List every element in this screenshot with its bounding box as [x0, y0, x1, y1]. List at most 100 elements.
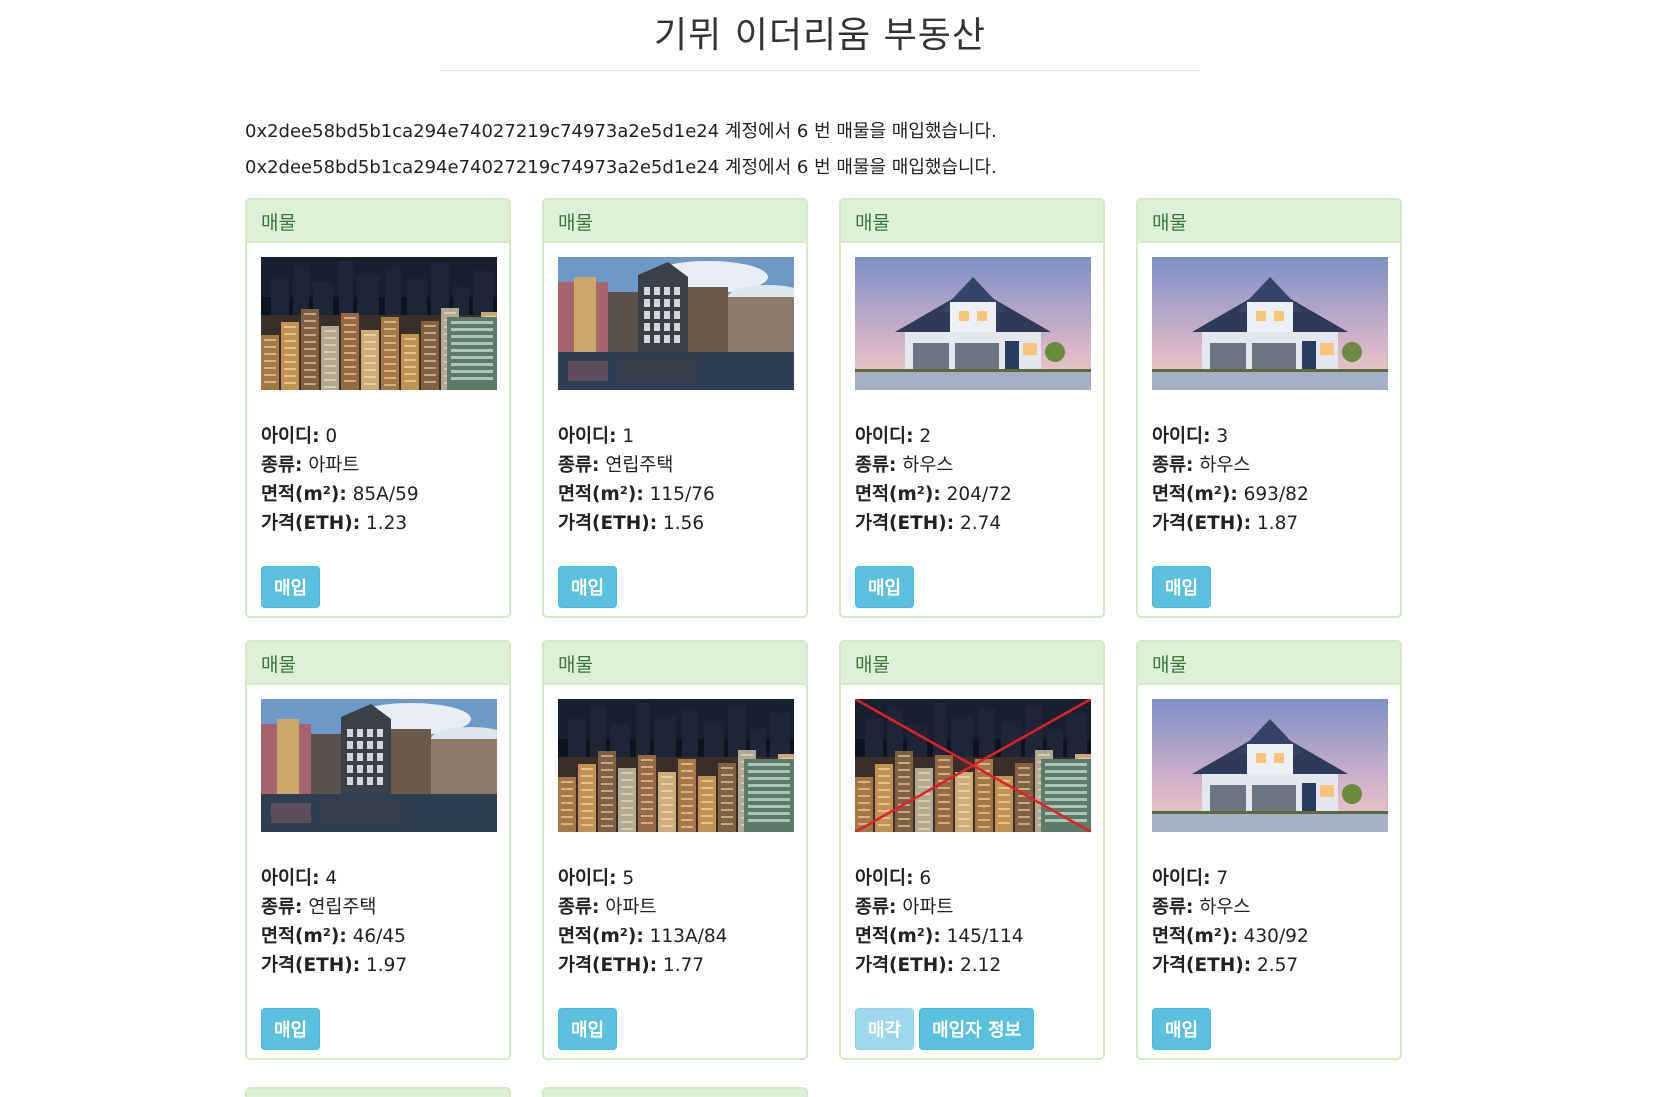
panel-heading: 매물 — [544, 200, 806, 243]
id-value: 0 — [325, 426, 338, 447]
type-label: 종류 — [558, 897, 593, 918]
panel-heading: 매물 — [247, 200, 509, 243]
canal-houses-image — [558, 257, 794, 390]
price-value: 1.23 — [366, 513, 408, 534]
listing-panel-partial — [245, 1087, 511, 1097]
id-label: 아이디 — [855, 868, 907, 889]
listing-panel: 매물 아이디: 2 종류: 하우스 면적(m²): 204/72 가격(ETH): 2.… — [839, 198, 1105, 618]
type-label: 종류 — [855, 897, 890, 918]
listing-panel: 매물 아이디: 5 종류: 아파트 면적(m²): 113A/84 가격(ETH): 1… — [542, 640, 808, 1060]
listing-type: 종류: 하우스 — [1152, 897, 1251, 918]
listing-type: 종류: 하우스 — [1152, 455, 1251, 476]
area-value: 145/114 — [946, 926, 1024, 947]
listing-area: 면적(m²): 693/82 — [1152, 484, 1309, 505]
id-value: 4 — [325, 868, 338, 889]
panel-heading: 매물 — [247, 642, 509, 685]
listing-id: 아이디: 2 — [855, 426, 932, 447]
price-label: 가격(ETH) — [261, 955, 353, 976]
type-value: 하우스 — [1199, 455, 1251, 476]
type-value: 연립주택 — [605, 455, 674, 476]
id-value: 7 — [1216, 868, 1229, 889]
sell-button[interactable]: 매각 — [855, 1008, 915, 1050]
listing-panel-partial — [542, 1087, 808, 1097]
listing-id: 아이디: 1 — [558, 426, 635, 447]
type-label: 종류 — [261, 455, 296, 476]
buy-button[interactable]: 매입 — [261, 1008, 321, 1050]
buy-button[interactable]: 매입 — [1152, 1008, 1212, 1050]
type-value: 아파트 — [605, 897, 657, 918]
area-label: 면적(m²) — [261, 484, 340, 505]
suburban-house-image — [1152, 257, 1388, 390]
type-value: 아파트 — [902, 897, 954, 918]
area-value: 113A/84 — [649, 926, 728, 947]
type-label: 종류 — [261, 897, 296, 918]
type-label: 종류 — [558, 455, 593, 476]
buy-button[interactable]: 매입 — [1152, 566, 1212, 608]
buyer-info-button[interactable]: 매입자 정보 — [919, 1008, 1035, 1050]
price-label: 가격(ETH) — [558, 955, 650, 976]
type-label: 종류 — [1152, 897, 1187, 918]
listing-id: 아이디: 5 — [558, 868, 635, 889]
price-value: 1.56 — [663, 513, 705, 534]
price-value: 1.77 — [663, 955, 705, 976]
price-label: 가격(ETH) — [855, 955, 947, 976]
buy-button[interactable]: 매입 — [261, 566, 321, 608]
suburban-house-image — [855, 257, 1091, 390]
id-value: 3 — [1216, 426, 1229, 447]
listing-type: 종류: 연립주택 — [261, 897, 377, 918]
area-value: 115/76 — [649, 484, 715, 505]
listing-area: 면적(m²): 113A/84 — [558, 926, 728, 947]
listing-type: 종류: 연립주택 — [558, 455, 674, 476]
area-value: 85A/59 — [352, 484, 419, 505]
listing-type: 종류: 아파트 — [261, 455, 360, 476]
listing-actions: 매입 — [855, 566, 1089, 608]
buy-button[interactable]: 매입 — [855, 566, 915, 608]
listing-price: 가격(ETH): 1.56 — [558, 513, 705, 534]
area-label: 면적(m²) — [855, 484, 934, 505]
area-value: 46/45 — [352, 926, 406, 947]
id-value: 1 — [622, 426, 635, 447]
listing-id: 아이디: 0 — [261, 426, 338, 447]
listing-panel: 매물아이디: 1 종류: 연립주택면적(m²): 115/76 가격(ETH): 1… — [542, 198, 808, 618]
listing-price: 가격(ETH): 1.23 — [261, 513, 408, 534]
panel-heading: 매물 — [1138, 200, 1400, 243]
type-value: 연립주택 — [308, 897, 377, 918]
listing-price: 가격(ETH): 2.12 — [855, 955, 1002, 976]
id-label: 아이디 — [558, 426, 610, 447]
listing-actions: 매입 — [261, 1008, 495, 1050]
id-label: 아이디 — [558, 868, 610, 889]
listing-id: 아이디: 7 — [1152, 868, 1229, 889]
price-label: 가격(ETH) — [558, 513, 650, 534]
listing-area: 면적(m²): 46/45 — [261, 926, 406, 947]
type-label: 종류 — [1152, 455, 1187, 476]
price-label: 가격(ETH) — [261, 513, 353, 534]
price-value: 1.87 — [1257, 513, 1299, 534]
area-label: 면적(m²) — [261, 926, 340, 947]
listing-area: 면적(m²): 204/72 — [855, 484, 1012, 505]
city-night-apartments-image — [558, 699, 794, 832]
listing-grid: 매물 아이디: 0 종류: 아파트 면적(m²): 85A/59 가격(ETH): 1.… — [245, 198, 1402, 1060]
listing-id: 아이디: 4 — [261, 868, 338, 889]
buy-button[interactable]: 매입 — [558, 1008, 618, 1050]
purchase-message: 0x2dee58bd5b1ca294e74027219c74973a2e5d1e… — [245, 121, 997, 142]
listing-id: 아이디: 3 — [1152, 426, 1229, 447]
price-label: 가격(ETH) — [1152, 955, 1244, 976]
listing-price: 가격(ETH): 1.87 — [1152, 513, 1299, 534]
sold-cross-mark — [855, 699, 1091, 832]
listing-area: 면적(m²): 85A/59 — [261, 484, 419, 505]
listing-area: 면적(m²): 115/76 — [558, 484, 715, 505]
id-label: 아이디 — [261, 426, 313, 447]
area-value: 430/92 — [1243, 926, 1309, 947]
price-value: 1.97 — [366, 955, 408, 976]
listing-price: 가격(ETH): 1.77 — [558, 955, 705, 976]
listing-area: 면적(m²): 430/92 — [1152, 926, 1309, 947]
listing-panel: 매물 아이디: 4 종류: 연립주택 면적(m²): 46/45 가격(ETH): 1.… — [245, 640, 511, 1060]
type-value: 하우스 — [902, 455, 954, 476]
buy-button[interactable]: 매입 — [558, 566, 618, 608]
price-value: 2.74 — [960, 513, 1002, 534]
city-night-apartments-image — [261, 257, 497, 390]
purchase-message: 0x2dee58bd5b1ca294e74027219c74973a2e5d1e… — [245, 157, 997, 178]
listing-actions: 매입 — [1152, 566, 1386, 608]
id-label: 아이디 — [261, 868, 313, 889]
listing-actions: 매입 — [1152, 1008, 1386, 1050]
